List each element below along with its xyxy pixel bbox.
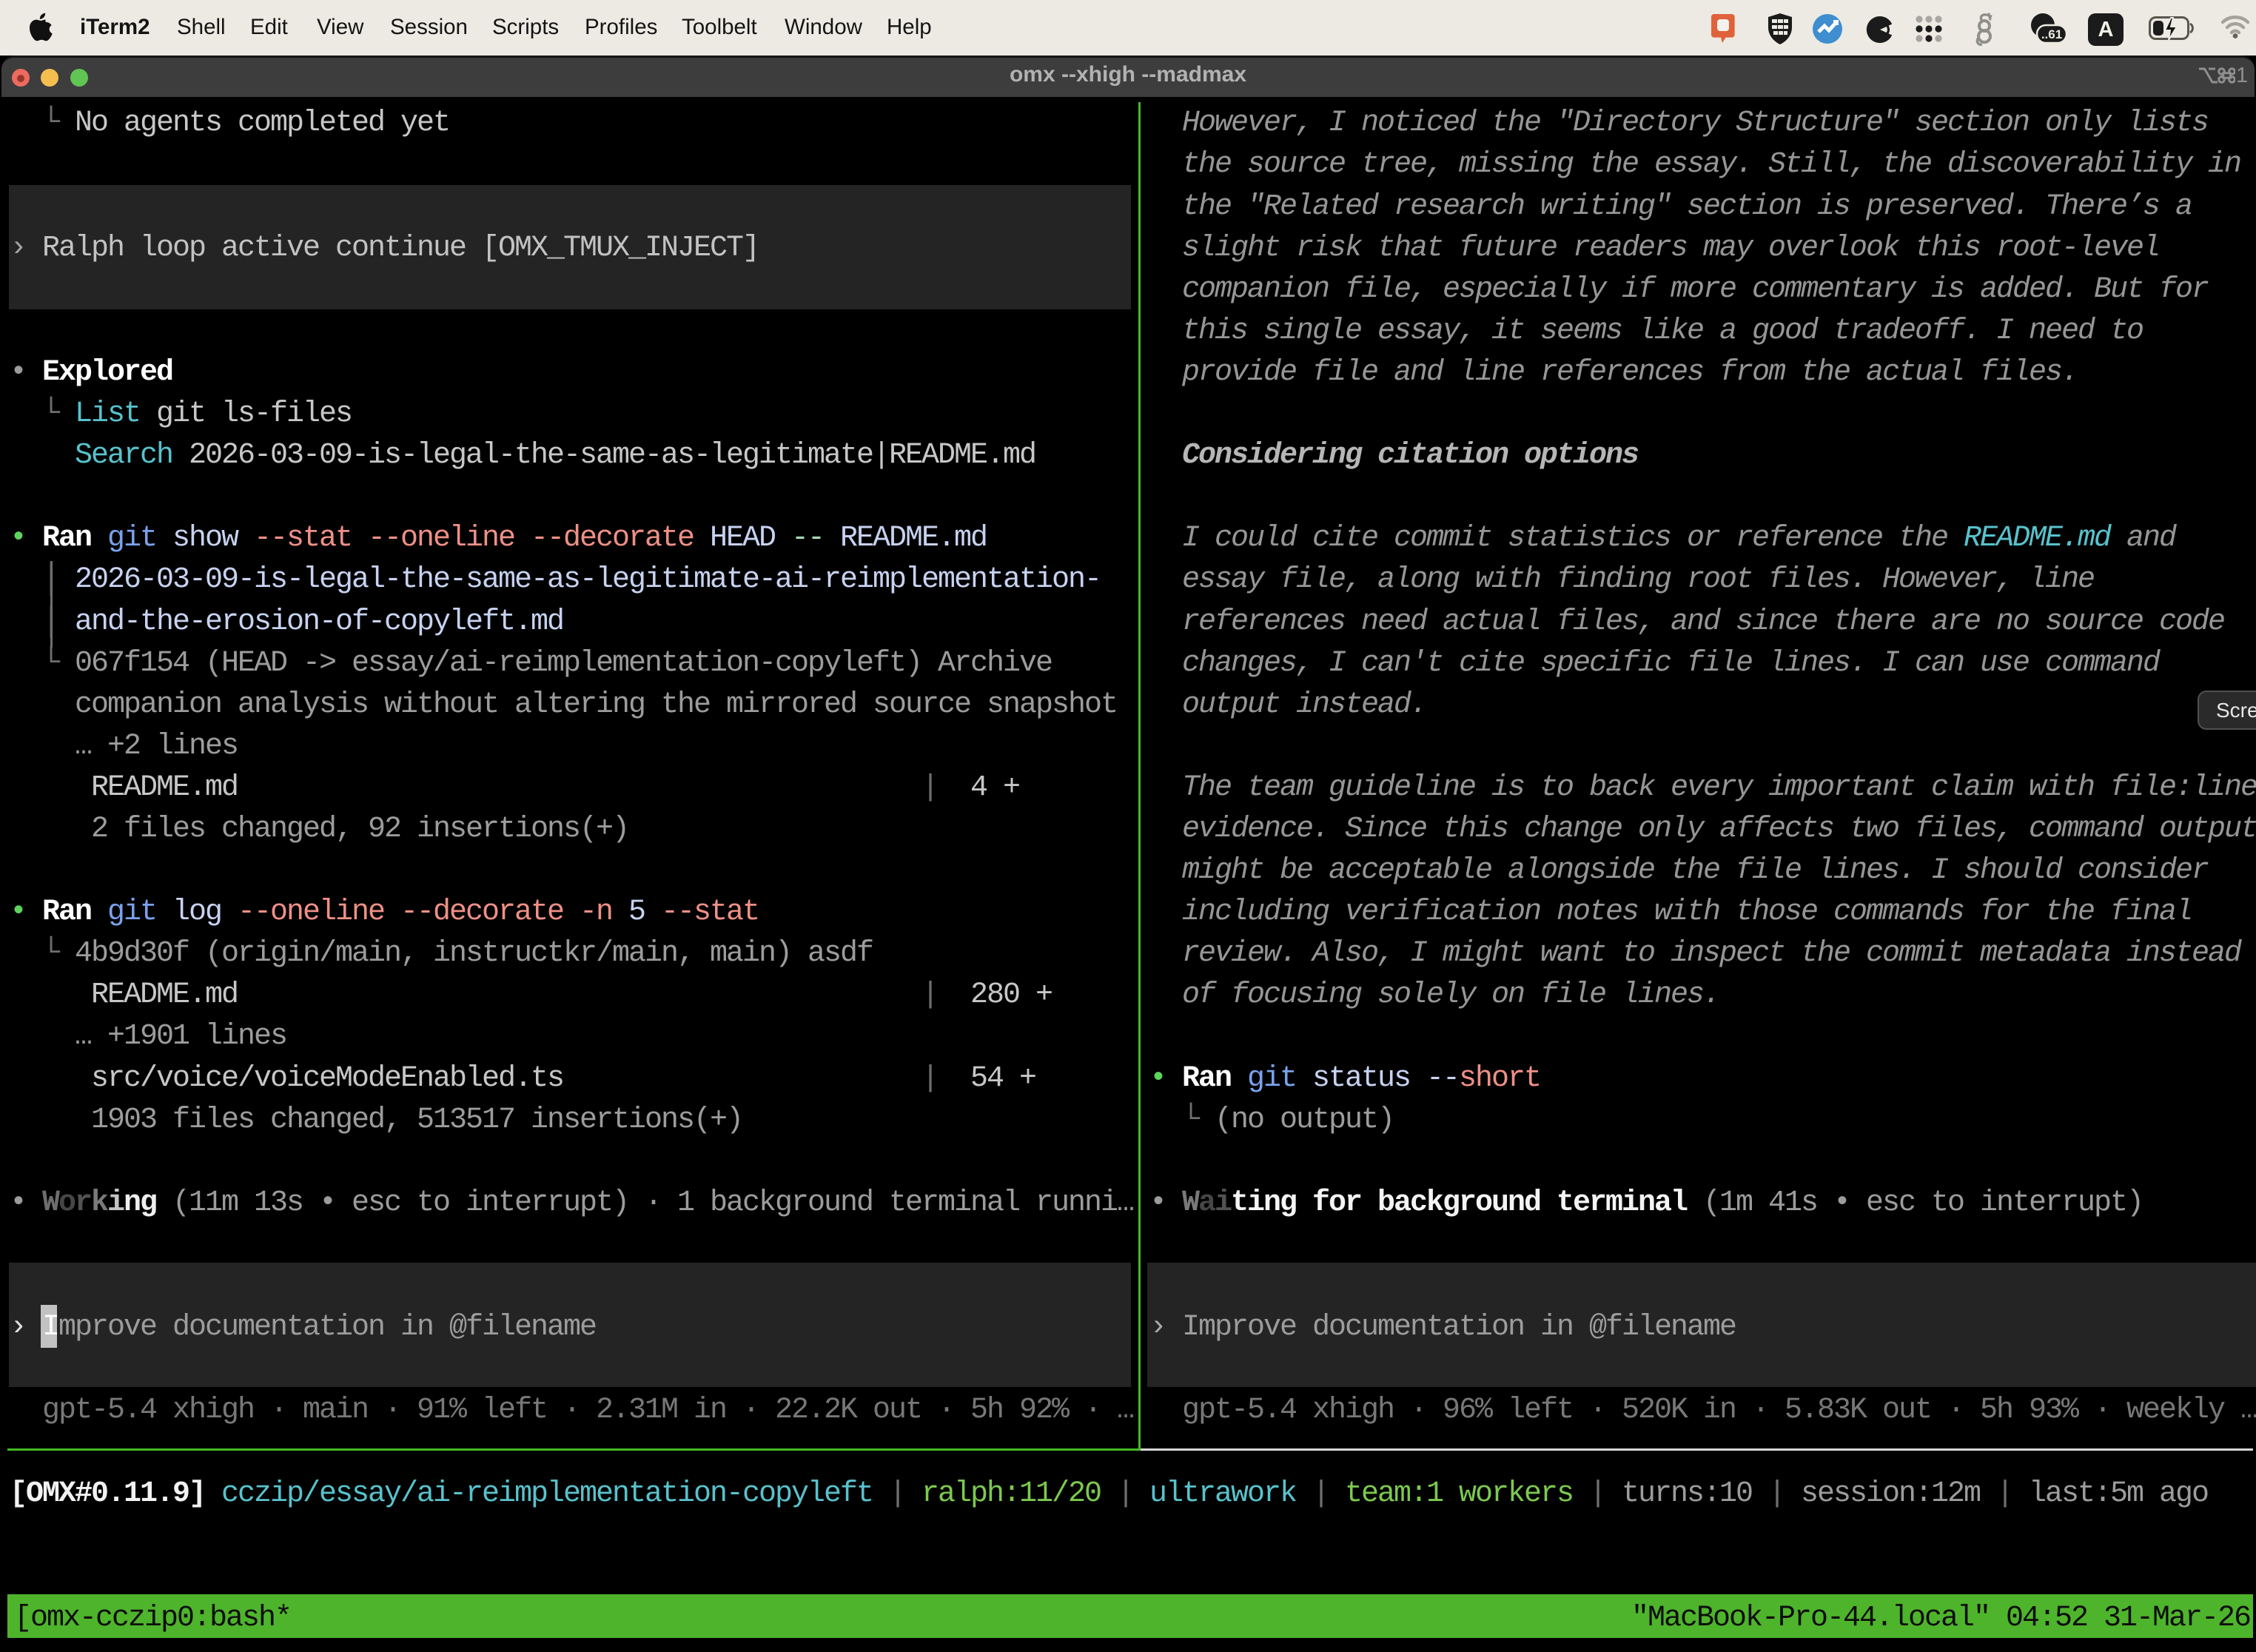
svg-text:..61: ..61 [2041,27,2062,41]
